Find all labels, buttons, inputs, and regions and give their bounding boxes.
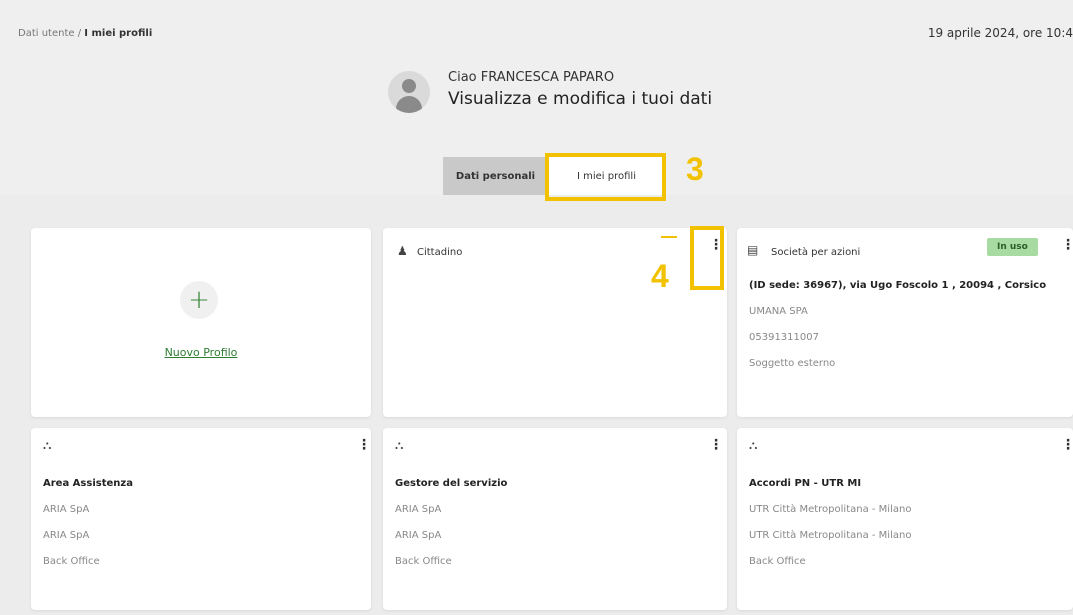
profile-card-title: Accordi PN - UTR MI	[749, 478, 862, 489]
profile-card-gestore[interactable]: ⛬ ⋮ Gestore del servizio ARIA SpA ARIA S…	[383, 428, 727, 610]
profile-card-cittadino[interactable]: ♟ Cittadino ⋮	[383, 228, 727, 417]
institution-icon: ⛬	[749, 438, 758, 452]
highlight-tick	[661, 236, 677, 238]
profile-line-1: ARIA SpA	[395, 504, 442, 515]
profile-line-3: Back Office	[749, 556, 806, 567]
profile-card-title: Società per azioni	[771, 247, 861, 258]
kebab-menu-icon[interactable]: ⋮	[709, 438, 723, 452]
institution-icon: ⛬	[43, 438, 52, 452]
person-icon: ♟	[397, 244, 408, 258]
step-number-3: 3	[686, 151, 704, 187]
profile-card-title: Gestore del servizio	[395, 478, 508, 489]
breadcrumb-current: I miei profili	[84, 28, 153, 39]
new-profile-link[interactable]: Nuovo Profilo	[31, 346, 371, 359]
profile-line-2: ARIA SpA	[43, 530, 90, 541]
page-title: Visualizza e modifica i tuoi dati	[448, 89, 713, 109]
breadcrumb: Dati utente / I miei profili	[18, 28, 152, 39]
kebab-menu-icon[interactable]: ⋮	[1061, 438, 1073, 452]
breadcrumb-separator: /	[77, 28, 82, 39]
step-number-4: 4	[651, 258, 669, 294]
profile-type: Soggetto esterno	[749, 358, 836, 369]
current-date: 19 aprile 2024, ore 10:4	[927, 26, 1073, 40]
profile-line-2: ARIA SpA	[395, 530, 442, 541]
avatar-icon	[388, 71, 430, 113]
kebab-menu-icon[interactable]: ⋮	[1061, 238, 1073, 252]
profile-card-spa[interactable]: ▤ Società per azioni In uso ⋮ (ID sede: …	[737, 228, 1073, 417]
new-profile-card[interactable]: + Nuovo Profilo	[31, 228, 371, 417]
profile-card-accordi[interactable]: ⛬ ⋮ Accordi PN - UTR MI UTR Città Metrop…	[737, 428, 1073, 610]
profile-line-3: Back Office	[395, 556, 452, 567]
profile-card-title: Cittadino	[417, 247, 463, 258]
building-icon: ▤	[747, 243, 759, 257]
kebab-menu-icon[interactable]: ⋮	[357, 438, 371, 452]
plus-icon[interactable]: +	[180, 281, 218, 319]
profile-card-title: Area Assistenza	[43, 478, 133, 489]
highlight-box-step3	[545, 153, 666, 201]
profile-line-2: UTR Città Metropolitana - Milano	[749, 530, 912, 541]
profile-header: Dati utente / I miei profili 19 aprile 2…	[0, 0, 1073, 195]
user-greeting: Ciao FRANCESCA PAPARO	[448, 70, 615, 85]
profile-company: UMANA SPA	[749, 306, 808, 317]
highlight-box-step4	[690, 226, 724, 290]
status-badge: In uso	[987, 238, 1038, 256]
profile-line-3: Back Office	[43, 556, 100, 567]
breadcrumb-parent[interactable]: Dati utente	[18, 28, 75, 39]
profile-line-1: UTR Città Metropolitana - Milano	[749, 504, 912, 515]
tab-personal-data[interactable]: Dati personali	[443, 157, 548, 195]
institution-icon: ⛬	[395, 438, 404, 452]
profile-line-1: ARIA SpA	[43, 504, 90, 515]
profile-card-area-assistenza[interactable]: ⛬ ⋮ Area Assistenza ARIA SpA ARIA SpA Ba…	[31, 428, 371, 610]
profile-address: (ID sede: 36967), via Ugo Foscolo 1 , 20…	[749, 280, 1047, 291]
profile-code: 05391311007	[749, 332, 819, 343]
